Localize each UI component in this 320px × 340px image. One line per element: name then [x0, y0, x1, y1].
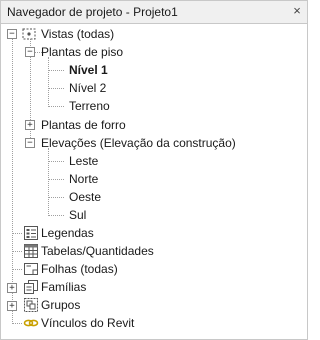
tree-item-label: Sul: [69, 208, 87, 222]
project-browser-panel: Navegador de projeto - Projeto1 × − Vist…: [0, 0, 308, 340]
panel-title: Navegador de projeto - Projeto1: [7, 5, 178, 19]
tree-item-elevation[interactable]: Leste: [67, 152, 98, 170]
tree-item-schedules[interactable]: Tabelas/Quantidades: [39, 242, 154, 260]
tree-item-label: Vistas (todas): [41, 27, 115, 41]
tree-item-floor-plan[interactable]: Terreno: [67, 97, 110, 115]
tree-connector: [48, 70, 64, 71]
tree-item-label: Leste: [69, 154, 99, 168]
tree-connector: [48, 148, 49, 216]
tree-item-label: Plantas de piso: [41, 45, 124, 59]
schedule-icon: [24, 244, 38, 258]
tree-item-elevation[interactable]: Sul: [67, 206, 86, 224]
tree-item-label: Plantas de forro: [41, 118, 126, 132]
tree-connector: [12, 269, 22, 270]
group-icon: [24, 298, 38, 312]
tree-item-ceiling-plans[interactable]: Plantas de forro: [39, 116, 126, 134]
tree-item-label: Oeste: [69, 190, 102, 204]
tree-item-floor-plan[interactable]: Nível 2: [67, 79, 106, 97]
tree-connector: [48, 215, 64, 216]
family-icon: [24, 280, 38, 294]
panel-titlebar: Navegador de projeto - Projeto1 ×: [1, 1, 307, 24]
tree-connector: [12, 323, 22, 324]
tree-item-floor-plan[interactable]: Nível 1: [67, 61, 108, 79]
tree-item-label: Folhas (todas): [41, 262, 118, 276]
elevations-collapse-toggle[interactable]: −: [25, 138, 35, 148]
groups-expand-toggle[interactable]: +: [7, 301, 17, 311]
tree-connector: [48, 161, 64, 162]
tree-item-label: Grupos: [41, 298, 81, 312]
sheet-icon: [24, 263, 38, 275]
tree-item-floor-plans[interactable]: Plantas de piso: [39, 43, 123, 61]
tree-item-sheets[interactable]: Folhas (todas): [39, 260, 118, 278]
tree-connector: [12, 251, 22, 252]
close-button[interactable]: ×: [289, 4, 305, 20]
tree-item-label: Legendas: [41, 226, 94, 240]
tree-connector: [48, 197, 64, 198]
legend-icon: [24, 226, 38, 240]
tree-item-label: Elevações (Elevação da construção): [41, 136, 236, 150]
tree-connector: [48, 88, 64, 89]
tree-item-elevation[interactable]: Norte: [67, 170, 98, 188]
views-icon: [22, 28, 36, 40]
tree-item-label: Nível 2: [69, 81, 107, 95]
views-collapse-toggle[interactable]: −: [7, 29, 17, 39]
families-expand-toggle[interactable]: +: [7, 283, 17, 293]
tree-item-views[interactable]: Vistas (todas): [39, 25, 114, 43]
tree-connector: [12, 39, 13, 324]
tree-item-label: Norte: [69, 172, 99, 186]
tree-item-label: Terreno: [69, 99, 110, 113]
tree-item-label: Famílias: [41, 280, 87, 294]
tree-item-revit-links[interactable]: Vínculos do Revit: [39, 314, 134, 332]
revit-link-icon: [23, 319, 39, 327]
tree-item-families[interactable]: Famílias: [39, 278, 86, 296]
tree-item-label: Tabelas/Quantidades: [41, 244, 154, 258]
tree-connector: [48, 179, 64, 180]
tree-item-groups[interactable]: Grupos: [39, 296, 80, 314]
tree-item-label: Vínculos do Revit: [41, 316, 135, 330]
tree-item-label-active: Nível 1: [69, 63, 108, 77]
ceiling-plans-expand-toggle[interactable]: +: [25, 120, 35, 130]
tree-connector: [48, 106, 64, 107]
tree-item-elevation[interactable]: Oeste: [67, 188, 101, 206]
floor-plans-collapse-toggle[interactable]: −: [25, 47, 35, 57]
tree-connector: [12, 233, 22, 234]
tree-item-elevations[interactable]: Elevações (Elevação da construção): [39, 134, 236, 152]
project-tree: − Vistas (todas) − Plantas de piso Nível…: [1, 24, 307, 339]
tree-connector: [48, 57, 49, 107]
tree-item-legends[interactable]: Legendas: [39, 224, 94, 242]
